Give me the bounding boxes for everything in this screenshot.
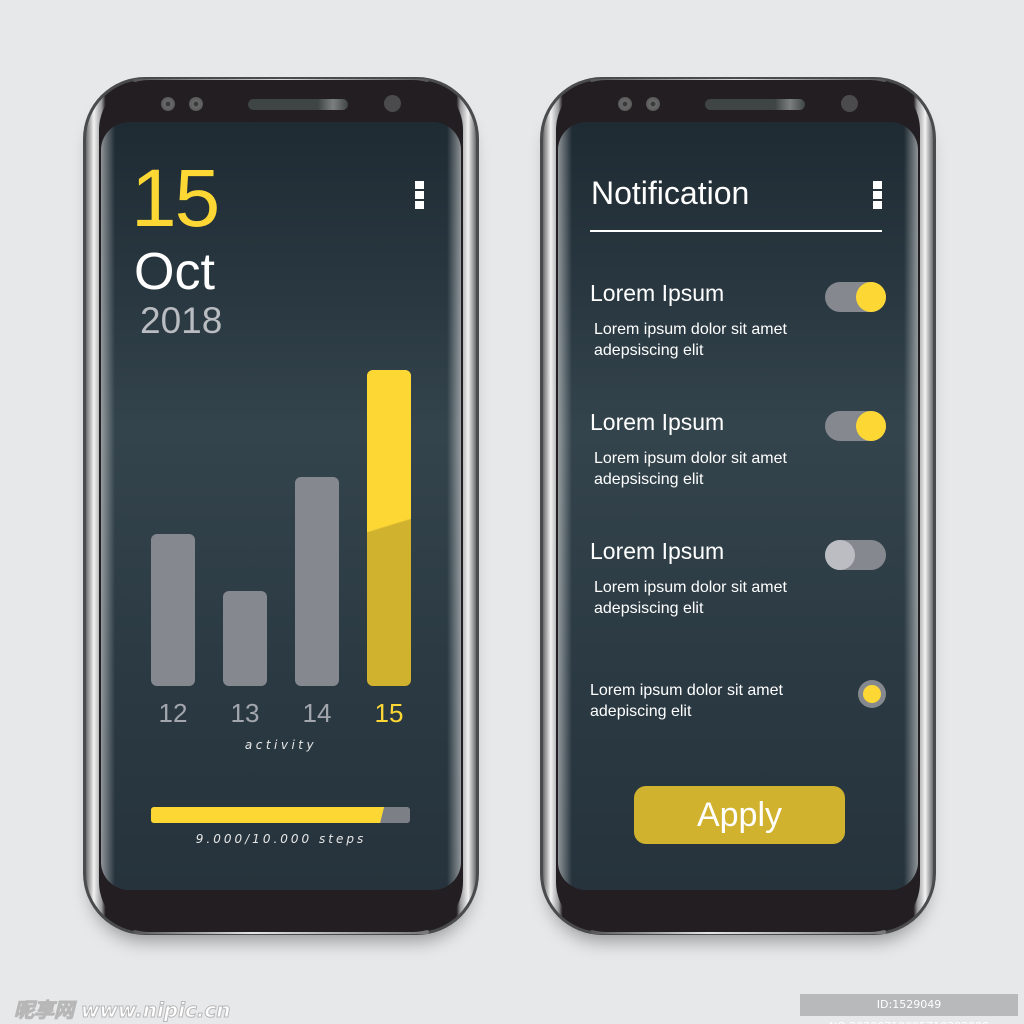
setting-description-line: Lorem ipsum dolor sit amet <box>594 579 787 596</box>
sensor-icon <box>618 97 632 111</box>
setting-description: Lorem ipsum dolor sit amet adepsiscing e… <box>594 448 890 490</box>
chart-tick-label: 15 <box>374 698 404 728</box>
setting-description-line: adepsiscing elit <box>594 600 704 617</box>
sensor-icon <box>161 97 175 111</box>
steps-progress-bar <box>151 807 410 823</box>
sensor-icon <box>646 97 660 111</box>
watermark-site: 昵享网 www.nipic.cn <box>14 998 232 1023</box>
chart-bar-15[interactable] <box>367 370 411 686</box>
setting-description-line: adepsiscing elit <box>594 471 704 488</box>
setting-description-line: Lorem ipsum dolor sit amet <box>594 450 787 467</box>
phone-notification: Notification Lorem Ipsum Lorem ipsum dol… <box>540 77 936 935</box>
chart-bar-13[interactable] <box>223 591 267 686</box>
setting-description-line: Lorem ipsum dolor sit amet <box>594 321 787 338</box>
notification-screen: Notification Lorem Ipsum Lorem ipsum dol… <box>558 122 918 890</box>
chart-tick-label: 12 <box>158 698 188 728</box>
page-title: Notification <box>591 175 750 211</box>
steps-progress-fill <box>151 807 384 823</box>
bar-highlight <box>367 370 411 686</box>
activity-bar-chart: 12 13 14 15 <box>101 122 461 882</box>
more-vertical-icon[interactable] <box>873 181 882 209</box>
setting-description-line: adepsiscing elit <box>594 342 704 359</box>
radio-option-line: adepiscing elit <box>590 703 692 720</box>
toggle-knob <box>856 282 886 312</box>
chart-bar-14[interactable] <box>295 477 339 686</box>
sensor-icon <box>189 97 203 111</box>
phone-activity: 15 Oct 2018 12 13 14 15 activity 9.000/10.0… <box>83 77 479 935</box>
toggle-knob <box>856 411 886 441</box>
chart-bar-12[interactable] <box>151 534 195 686</box>
speaker-grille <box>248 99 348 110</box>
activity-screen: 15 Oct 2018 12 13 14 15 activity 9.000/10.0… <box>101 122 461 890</box>
steps-label: 9.000/10.000 steps <box>195 832 367 846</box>
radio-selected-dot <box>863 685 881 703</box>
front-camera-icon <box>841 95 858 112</box>
radio-option-line: Lorem ipsum dolor sit amet <box>590 682 783 699</box>
title-divider <box>590 230 882 232</box>
speaker-grille <box>705 99 805 110</box>
setting-description: Lorem ipsum dolor sit amet adepsiscing e… <box>594 577 890 619</box>
apply-button[interactable]: Apply <box>634 786 845 844</box>
watermark-id: ID:1529049 NO:20200719095718392088 <box>800 994 1018 1024</box>
toggle-switch[interactable] <box>825 540 886 570</box>
chart-tick-label: 13 <box>230 698 260 728</box>
chart-axis-label: activity <box>244 738 318 752</box>
chart-tick-label: 14 <box>302 698 332 728</box>
toggle-switch[interactable] <box>825 282 886 312</box>
radio-option-label: Lorem ipsum dolor sit amet adepiscing el… <box>590 680 783 722</box>
setting-description: Lorem ipsum dolor sit amet adepsiscing e… <box>594 319 890 361</box>
front-camera-icon <box>384 95 401 112</box>
toggle-knob <box>825 540 855 570</box>
radio-button[interactable] <box>858 680 886 708</box>
toggle-switch[interactable] <box>825 411 886 441</box>
